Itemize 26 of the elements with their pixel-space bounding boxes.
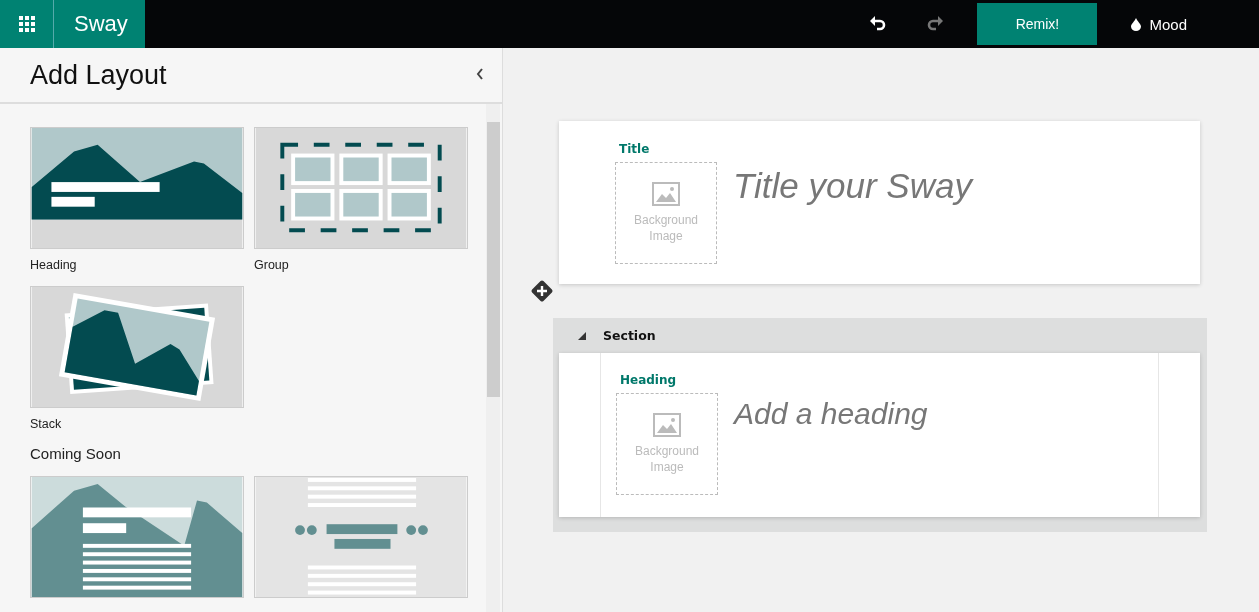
- image-icon: [653, 413, 681, 437]
- app-launcher-button[interactable]: [0, 0, 54, 48]
- grid-icon: [18, 16, 35, 32]
- layout-label: Group: [254, 257, 290, 274]
- mood-button[interactable]: Mood: [1125, 14, 1193, 34]
- heading-layout-drawing[interactable]: [30, 127, 244, 249]
- group-layout-drawing[interactable]: [254, 127, 468, 249]
- panel-title: Add Layout: [30, 59, 167, 91]
- drop-icon: [1131, 17, 1142, 31]
- scrollbar[interactable]: [486, 104, 500, 612]
- expanded-icon[interactable]: [577, 330, 587, 341]
- section-title: Section: [603, 328, 656, 343]
- undo-icon: [868, 15, 887, 33]
- app-name: Sway: [54, 0, 145, 48]
- card-label: Heading: [620, 373, 678, 387]
- layout-label: Heading: [30, 257, 78, 274]
- remix-button[interactable]: Remix!: [977, 3, 1098, 45]
- redo-icon: [925, 15, 944, 33]
- stack-layout-drawing[interactable]: [30, 286, 244, 408]
- heading-field[interactable]: Add a heading: [734, 397, 928, 431]
- layout-label: Stack: [30, 416, 63, 433]
- card-label: Title: [619, 142, 651, 156]
- chevron-left-icon: [476, 67, 484, 80]
- section-heading: Coming Soon: [30, 445, 122, 462]
- title-field[interactable]: Title your Sway: [733, 166, 972, 206]
- image-icon: [652, 182, 680, 206]
